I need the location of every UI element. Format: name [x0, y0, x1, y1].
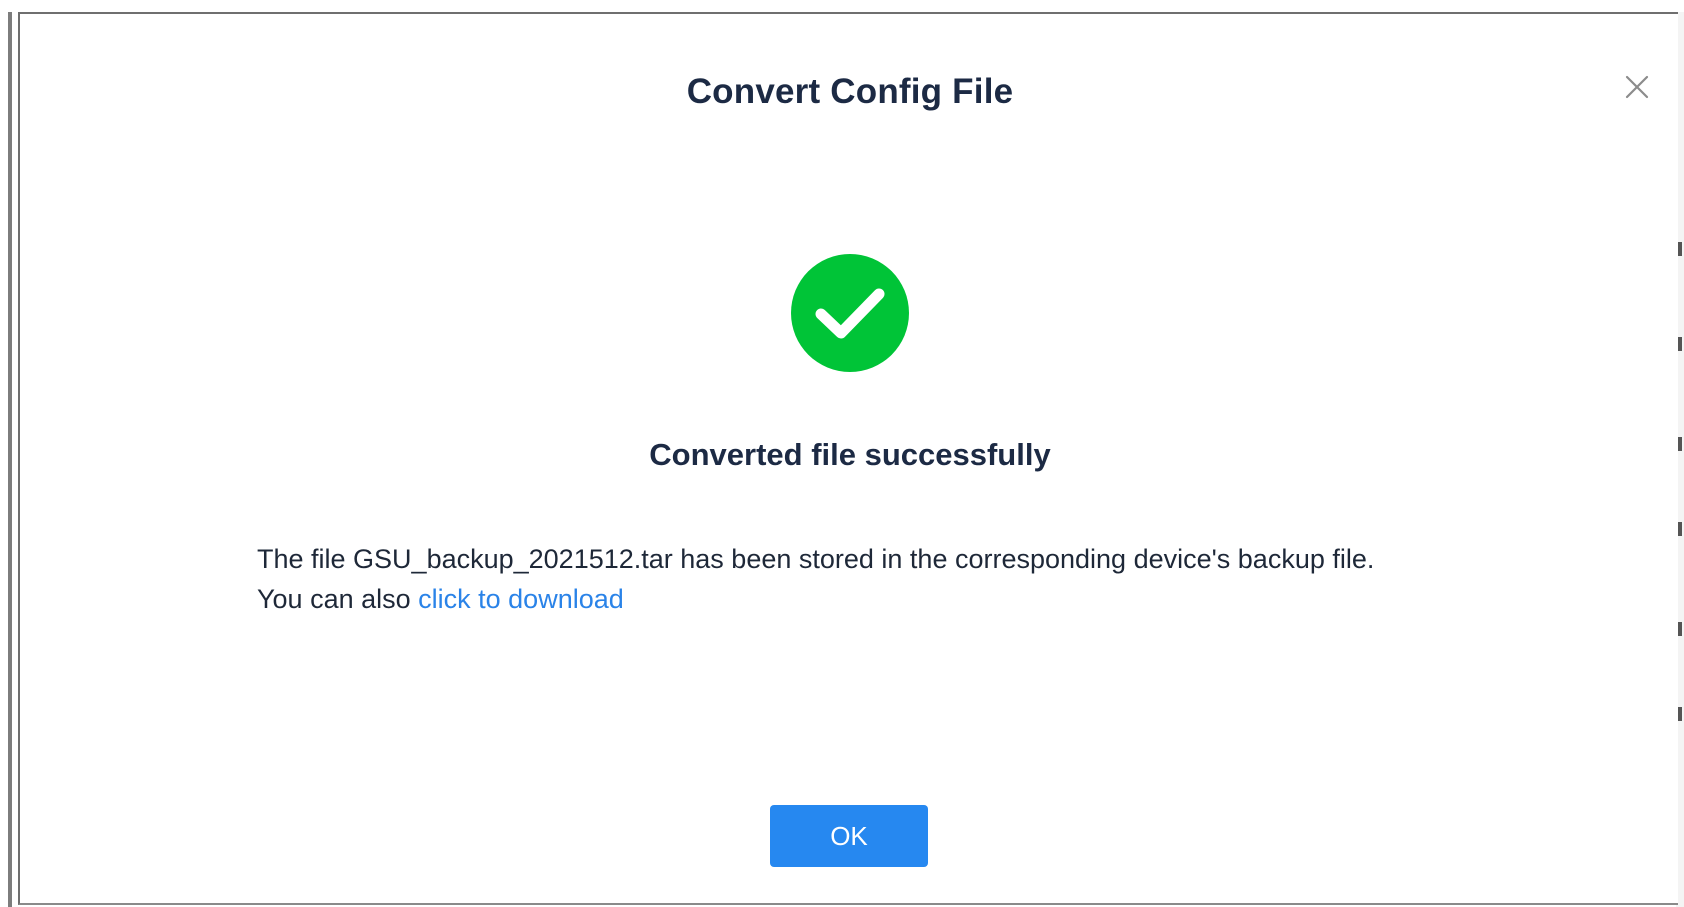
success-message: The file GSU_backup_2021512.tar has been… [257, 539, 1557, 619]
message-line-stored: The file GSU_backup_2021512.tar has been… [257, 544, 1375, 574]
download-link[interactable]: click to download [418, 584, 624, 614]
ok-button[interactable]: OK [770, 805, 928, 867]
close-icon[interactable] [1622, 72, 1652, 102]
success-heading: Converted file successfully [649, 437, 1051, 472]
background-edge [8, 12, 12, 907]
message-prefix: You can also [257, 584, 419, 614]
background-tick [1678, 522, 1682, 536]
convert-config-dialog: Convert Config File Converted file succe… [18, 12, 1678, 905]
background-tick [1678, 707, 1682, 721]
message-line-download: You can also click to download [257, 579, 1557, 619]
background-tick [1678, 337, 1682, 351]
dialog-title: Convert Config File [686, 72, 1014, 111]
background-tick [1678, 242, 1682, 256]
background-tick [1678, 622, 1682, 636]
success-check-icon [791, 254, 909, 372]
